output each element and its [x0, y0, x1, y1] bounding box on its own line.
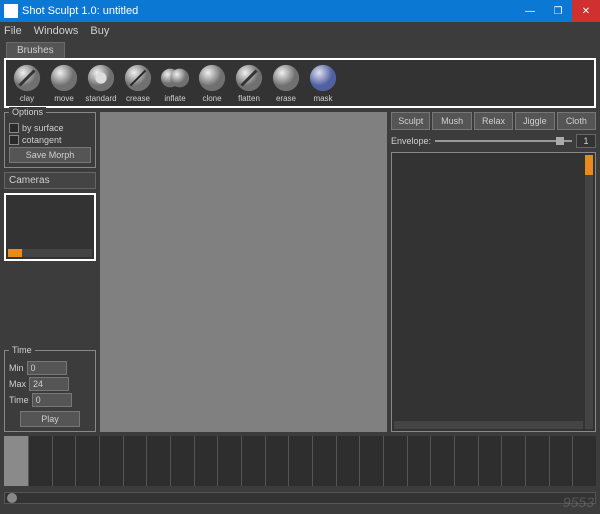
brush-standard-icon [85, 63, 117, 93]
cameras-list[interactable] [4, 193, 96, 261]
envelope-value: 1 [576, 134, 596, 148]
timeline-frame[interactable] [501, 436, 525, 486]
timeline-frame[interactable] [549, 436, 573, 486]
brush-mask-icon [307, 63, 339, 93]
timeline-frame[interactable] [312, 436, 336, 486]
right-panel[interactable] [391, 152, 596, 432]
timeline-playhead[interactable] [4, 436, 28, 486]
app-icon [4, 4, 18, 18]
timeline-frame[interactable] [478, 436, 502, 486]
envelope-slider[interactable] [435, 140, 572, 142]
timeline-frame[interactable] [241, 436, 265, 486]
menubar: File Windows Buy [0, 22, 600, 40]
max-input[interactable] [29, 377, 69, 391]
brush-clay-icon [11, 63, 43, 93]
save-morph-button[interactable]: Save Morph [9, 147, 91, 163]
brush-erase-icon [270, 63, 302, 93]
watermark: 9553 [563, 494, 594, 510]
timeline-frame[interactable] [99, 436, 123, 486]
brush-panel: clay move standard crease inflate [4, 58, 596, 108]
close-button[interactable]: ✕ [572, 0, 600, 22]
cameras-header[interactable]: Cameras [4, 172, 96, 189]
hscroll-thumb[interactable] [563, 421, 583, 429]
minimize-button[interactable]: — [516, 0, 544, 22]
menu-windows[interactable]: Windows [34, 25, 79, 37]
brush-flatten-icon [233, 63, 265, 93]
brush-clone-icon [196, 63, 228, 93]
timeline-frame[interactable] [170, 436, 194, 486]
time-val-label: Time [9, 395, 29, 405]
timeline-frame[interactable] [194, 436, 218, 486]
timeline-frame[interactable] [146, 436, 170, 486]
window-title: Shot Sculpt 1.0: untitled [22, 5, 516, 17]
timeline-frame[interactable] [265, 436, 289, 486]
mode-cloth[interactable]: Cloth [557, 112, 596, 130]
timeline-frame[interactable] [572, 436, 596, 486]
timeline-frame[interactable] [454, 436, 478, 486]
time-group: Time Min Max Time Play [4, 350, 96, 432]
checkbox-by-surface[interactable] [9, 123, 19, 133]
tab-brushes[interactable]: Brushes [6, 42, 65, 58]
brush-mask[interactable]: mask [305, 63, 341, 103]
brush-erase[interactable]: erase [268, 63, 304, 103]
max-label: Max [9, 379, 26, 389]
timeline-frame[interactable] [123, 436, 147, 486]
vscroll-thumb[interactable] [585, 155, 593, 175]
timeline-frame[interactable] [430, 436, 454, 486]
brush-inflate-icon [159, 63, 191, 93]
menu-file[interactable]: File [4, 25, 22, 37]
play-button[interactable]: Play [20, 411, 80, 427]
brush-clay[interactable]: clay [9, 63, 45, 103]
timeline-frame[interactable] [525, 436, 549, 486]
maximize-button[interactable]: ❐ [544, 0, 572, 22]
status-dot-icon [7, 493, 17, 503]
brush-flatten[interactable]: flatten [231, 63, 267, 103]
brush-inflate[interactable]: inflate [157, 63, 193, 103]
min-input[interactable] [27, 361, 67, 375]
mode-sculpt[interactable]: Sculpt [391, 112, 430, 130]
timeline-frame[interactable] [407, 436, 431, 486]
label-by-surface: by surface [22, 123, 64, 133]
timeline-frame[interactable] [383, 436, 407, 486]
viewport[interactable] [100, 112, 387, 432]
brush-standard[interactable]: standard [83, 63, 119, 103]
brush-move-icon [48, 63, 80, 93]
time-label: Time [9, 345, 35, 355]
envelope-label: Envelope: [391, 136, 431, 146]
min-label: Min [9, 363, 24, 373]
label-cotangent: cotangent [22, 135, 62, 145]
timeline-frame[interactable] [28, 436, 52, 486]
vscrollbar[interactable] [585, 155, 593, 429]
mode-mush[interactable]: Mush [432, 112, 471, 130]
statusbar [4, 492, 596, 504]
timeline-frame[interactable] [75, 436, 99, 486]
timeline[interactable] [4, 436, 596, 486]
timeline-frame[interactable] [52, 436, 76, 486]
brush-move[interactable]: move [46, 63, 82, 103]
timeline-frame[interactable] [288, 436, 312, 486]
brush-crease-icon [122, 63, 154, 93]
timeline-frame[interactable] [359, 436, 383, 486]
mode-relax[interactable]: Relax [474, 112, 513, 130]
titlebar: Shot Sculpt 1.0: untitled — ❐ ✕ [0, 0, 600, 22]
timeline-frame[interactable] [217, 436, 241, 486]
time-input[interactable] [32, 393, 72, 407]
options-label: Options [9, 107, 46, 117]
menu-buy[interactable]: Buy [90, 25, 109, 37]
mode-row: Sculpt Mush Relax Jiggle Cloth [391, 112, 596, 130]
timeline-frame[interactable] [336, 436, 360, 486]
mode-jiggle[interactable]: Jiggle [515, 112, 554, 130]
options-group: Options by surface cotangent Save Morph [4, 112, 96, 168]
brush-crease[interactable]: crease [120, 63, 156, 103]
brush-clone[interactable]: clone [194, 63, 230, 103]
checkbox-cotangent[interactable] [9, 135, 19, 145]
